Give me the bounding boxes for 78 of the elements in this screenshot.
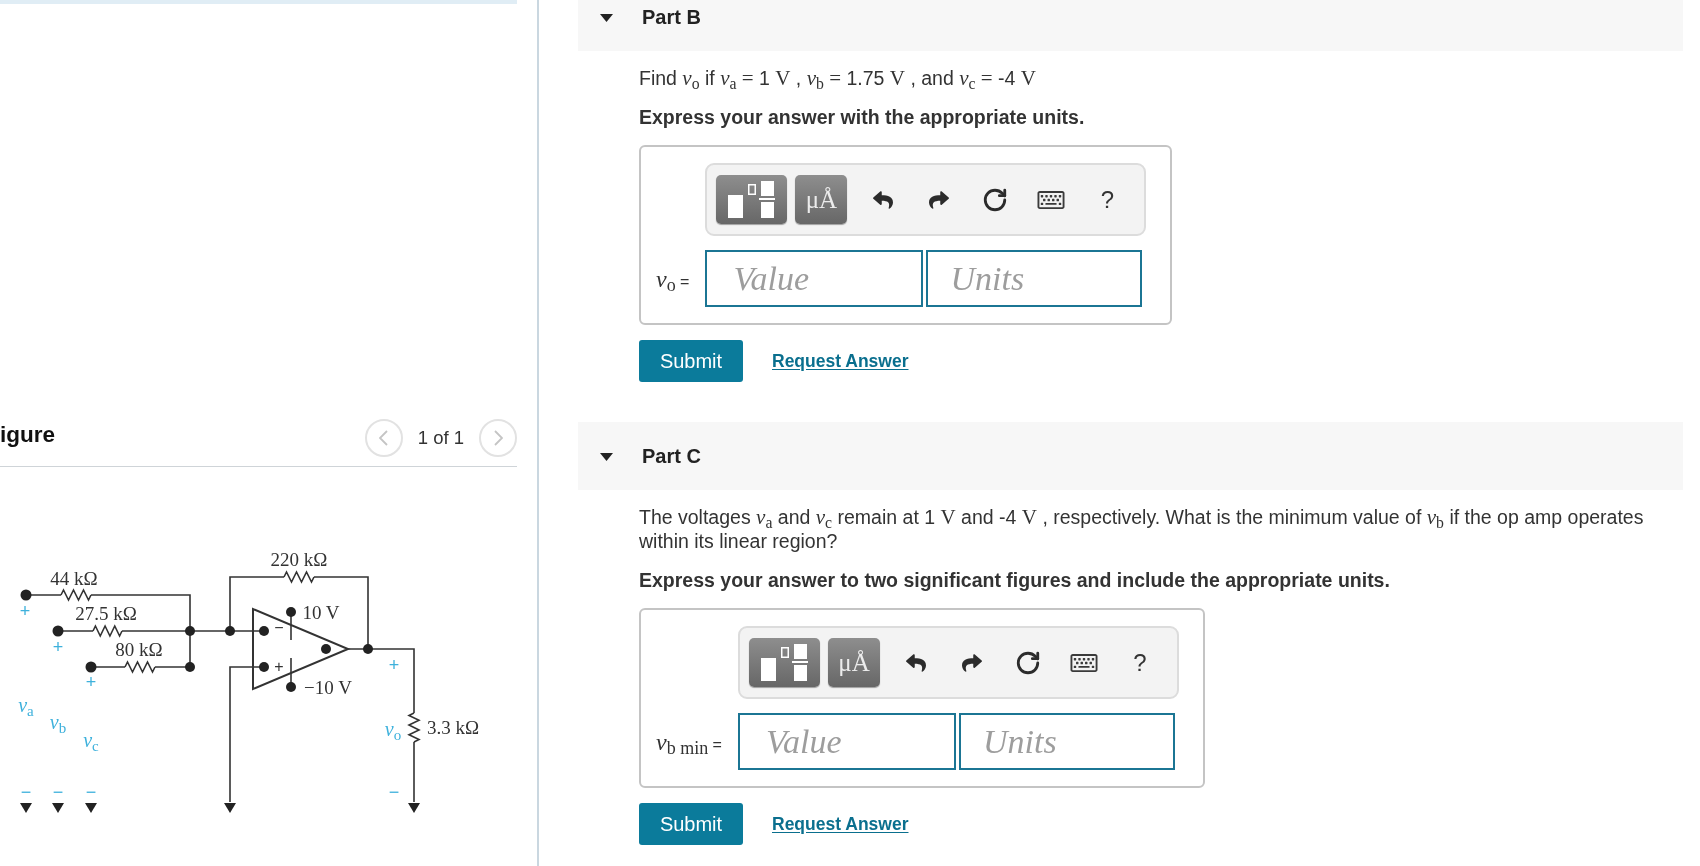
units-button[interactable]: μÅ	[827, 638, 880, 687]
ground-arrow	[20, 803, 32, 813]
request-answer-link[interactable]: Request Answer	[772, 810, 909, 838]
supply-label: −10 V	[304, 677, 352, 697]
terminal-dot	[85, 661, 97, 673]
resistor-label: 27.5 kΩ	[75, 603, 137, 623]
templates-button[interactable]	[748, 638, 820, 687]
node-dot	[321, 644, 331, 654]
plus-sign: +	[388, 656, 400, 674]
help-button[interactable]: ?	[1111, 638, 1168, 687]
reset-icon	[982, 186, 1009, 213]
fraction-template-icon	[728, 181, 776, 218]
redo-icon	[928, 189, 951, 210]
chevron-left-icon	[379, 430, 389, 446]
templates-button[interactable]	[716, 175, 788, 224]
voltage-label: v$_{c}$	[83, 730, 99, 750]
ground-arrow	[85, 803, 97, 813]
units-input[interactable]: Units	[926, 250, 1143, 307]
terminal-dot	[20, 589, 32, 601]
part-title: Part B	[642, 5, 701, 30]
value-input[interactable]: Value	[737, 713, 956, 770]
submit-button[interactable]: Submit	[639, 803, 743, 845]
part-title: Part C	[642, 444, 701, 469]
page-counter: 1 of 1	[417, 426, 464, 451]
plus-sign: +	[52, 638, 64, 656]
supply-label: 10 V	[302, 602, 340, 622]
resistor-label: 220 kΩ	[270, 549, 328, 569]
undo-icon	[904, 652, 927, 673]
instruction-text: Express your answer with the appropriate units.	[639, 105, 1086, 129]
answer-label: v$_{o}$ =	[656, 264, 690, 297]
resistor	[92, 624, 123, 638]
plus-sign: +	[85, 673, 97, 691]
terminal-dot	[52, 625, 64, 637]
noninverting-input-sign: +	[274, 659, 284, 675]
value-input[interactable]: Value	[705, 250, 924, 307]
instruction-text: Express your answer to two significant figures and include the appropriate units.	[639, 568, 1391, 592]
inverting-input-sign: −	[274, 620, 284, 636]
submit-button[interactable]: Submit	[639, 340, 743, 382]
node-dot	[259, 662, 269, 672]
undo-icon	[872, 189, 895, 210]
ground-arrow	[224, 803, 236, 813]
answer-label: v$_{b min}$ =	[656, 727, 722, 760]
resistor	[407, 712, 421, 743]
node-dot	[259, 626, 269, 636]
resistor-label: 44 kΩ	[50, 568, 98, 588]
chevron-right-icon	[493, 430, 503, 446]
minus-sign: −	[85, 783, 97, 801]
voltage-label: v$_{b}$	[49, 712, 67, 732]
resistor	[60, 588, 92, 602]
figure-title: igure	[0, 421, 55, 450]
node-dot	[185, 626, 195, 636]
node-dot	[363, 644, 373, 654]
minus-sign: −	[20, 783, 32, 801]
node-dot	[225, 626, 235, 636]
resistor	[124, 660, 156, 674]
help-button[interactable]: ?	[1079, 175, 1136, 224]
resistor-label: 80 kΩ	[115, 639, 163, 659]
wire	[413, 741, 415, 803]
resistor	[283, 570, 315, 584]
resistor-label: 3.3 kΩ	[426, 717, 480, 737]
ground-arrow	[52, 803, 64, 813]
redo-icon	[960, 652, 983, 673]
minus-sign: −	[388, 783, 400, 801]
voltage-label: v$_{o}$	[384, 719, 402, 739]
node-dot	[286, 607, 296, 617]
voltage-label: v$_{a}$	[18, 695, 34, 715]
request-answer-link[interactable]: Request Answer	[772, 347, 909, 375]
question-text: Find v$_{o}$ if v$_{a}$ = 1 V , v$_{b}$ = 1.75 V , and v$_{c}$ = -4 V	[639, 66, 1037, 90]
reset-icon	[1014, 649, 1041, 676]
units-input[interactable]: Units	[958, 713, 1175, 770]
minus-sign: −	[52, 783, 64, 801]
ground-arrow	[408, 803, 420, 813]
units-button[interactable]: μÅ	[795, 175, 848, 224]
node-dot	[286, 682, 296, 692]
fraction-template-icon	[760, 644, 808, 681]
plus-sign: +	[19, 602, 31, 620]
question-text: The voltages v$_{a}$ and v$_{c}$ remain at 1 V and -4 V , respectively. What is the minimum value of v$_{b}$ if the op amp operates within its linear region?	[639, 505, 1645, 553]
node-dot	[185, 662, 195, 672]
